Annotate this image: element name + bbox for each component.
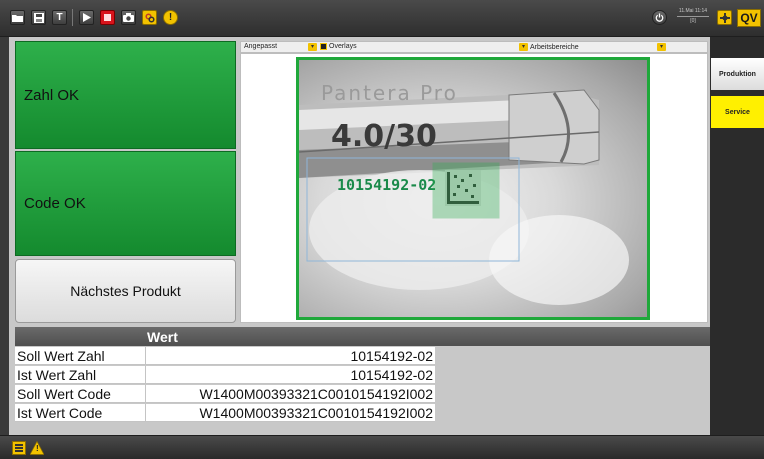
power-icon[interactable] — [652, 10, 667, 25]
column-header-wert: Wert — [147, 329, 178, 345]
toolbar-separator — [72, 9, 73, 26]
row-value: W1400M00393321C0010154192I002 — [145, 404, 435, 422]
tube-size-text: 4.0/30 — [331, 119, 437, 154]
fit-dropdown-arrow[interactable]: ▾ — [308, 43, 317, 51]
zahl-status-label: Zahl OK — [24, 86, 80, 104]
info-icon[interactable]: ! — [163, 10, 178, 25]
tab-produktion[interactable]: Produktion — [711, 58, 764, 90]
chevron-down-icon: ▾ — [657, 43, 666, 51]
image-header-bar: Angepasst ▾ Overlays ▾ Arbeitsbereiche ▾ — [240, 41, 708, 53]
save-icon[interactable] — [31, 10, 46, 25]
clock-counter: [0] — [677, 16, 709, 24]
warning-icon[interactable]: ! — [30, 441, 44, 455]
tab-service[interactable]: Service — [711, 96, 764, 128]
fit-label: Angepasst — [244, 43, 278, 50]
chevron-down-icon: ▾ — [519, 43, 528, 51]
warning-mark: ! — [36, 444, 39, 453]
camera-image[interactable]: Pantera Pro 4.0/30 10154192-02 — [296, 57, 650, 320]
tube-brand-text: Pantera Pro — [321, 81, 458, 105]
row-value: W1400M00393321C0010154192I002 — [145, 385, 435, 403]
table-row: Ist Wert Zahl 10154192-02 — [15, 366, 435, 384]
next-product-button[interactable]: Nächstes Produkt — [15, 259, 236, 323]
zahl-status-tile: Zahl OK — [15, 41, 236, 149]
table-row: Ist Wert Code W1400M00393321C0010154192I… — [15, 404, 435, 422]
row-value: 10154192-02 — [145, 347, 435, 365]
chevron-down-icon: ▾ — [308, 43, 317, 51]
code-region-highlight — [432, 162, 500, 219]
list-icon[interactable] — [12, 441, 26, 455]
clock-display: 11.Mai 11:14 [0] — [677, 8, 709, 28]
areas-dropdown-arrow[interactable]: ▾ — [657, 43, 666, 51]
table-header: Wert — [15, 327, 710, 346]
camera-image-drawing: Pantera Pro 4.0/30 10154192-02 — [299, 81, 629, 305]
settings-icon[interactable] — [717, 10, 732, 25]
stop-icon[interactable] — [100, 10, 115, 25]
top-toolbar: T ! 11.Mai 11:14 [0] QV — [0, 0, 764, 37]
bottom-bar: ! — [0, 435, 764, 459]
play-icon[interactable] — [79, 10, 94, 25]
overlays-dropdown-arrow[interactable]: ▾ Arbeitsbereiche — [519, 43, 579, 51]
row-label: Ist Wert Code — [17, 405, 103, 421]
code-status-tile: Code OK — [15, 151, 236, 256]
row-value: 10154192-02 — [145, 366, 435, 384]
ocr-result-text: 10154192-02 — [337, 176, 436, 194]
overlay-toggle-icon[interactable] — [320, 43, 327, 50]
overlays-label: Overlays — [329, 43, 357, 50]
brand-logo: QV — [737, 9, 761, 27]
clock-date-time: 11.Mai 11:14 — [678, 8, 708, 14]
open-icon[interactable] — [10, 10, 25, 25]
row-label: Soll Wert Code — [17, 386, 111, 402]
row-label: Ist Wert Zahl — [17, 367, 97, 383]
link-icon[interactable] — [142, 10, 157, 25]
overlays-dropdown[interactable]: Overlays — [320, 43, 357, 50]
areas-label: Arbeitsbereiche — [530, 43, 579, 51]
row-label: Soll Wert Zahl — [17, 348, 105, 364]
code-status-label: Code OK — [24, 195, 86, 212]
table-row: Soll Wert Code W1400M00393321C0010154192… — [15, 385, 435, 403]
text-icon[interactable]: T — [52, 10, 67, 25]
table-row: Soll Wert Zahl 10154192-02 — [15, 347, 435, 365]
fit-dropdown[interactable]: Angepasst — [244, 43, 277, 50]
camera-icon[interactable] — [121, 10, 136, 25]
